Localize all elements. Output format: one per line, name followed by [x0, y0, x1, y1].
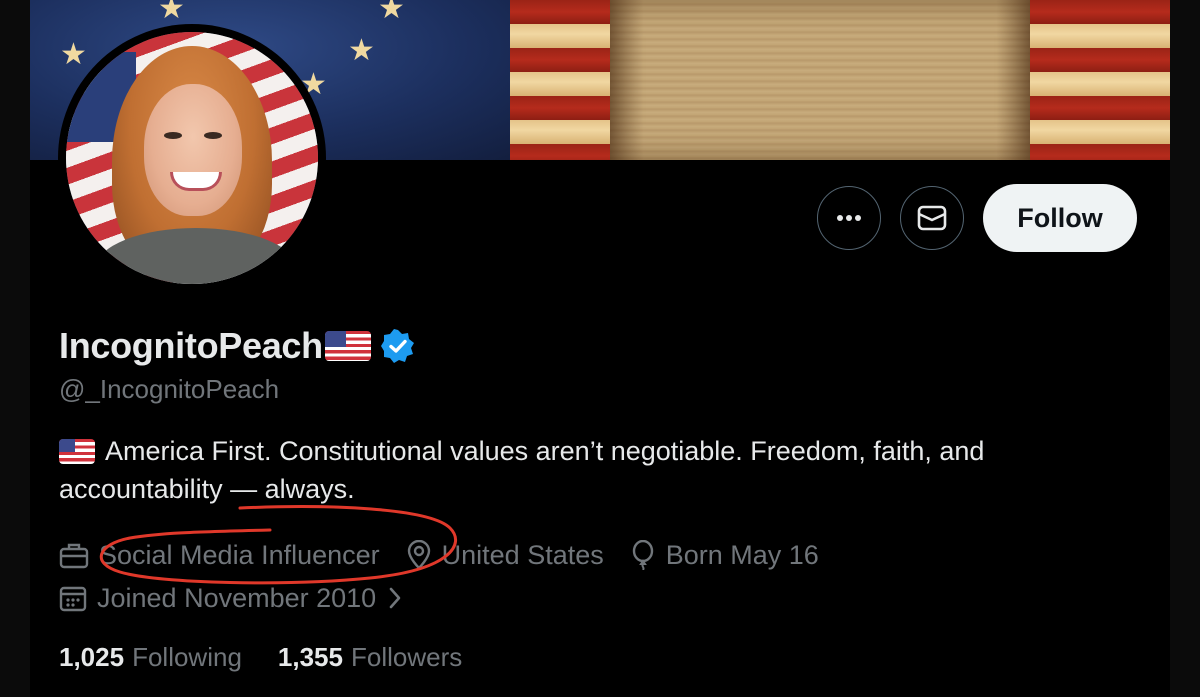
profession-text: Social Media Influencer	[99, 539, 380, 570]
followers-link[interactable]: 1,355 Followers	[278, 642, 462, 673]
location-pin-icon	[407, 540, 430, 570]
bio-text-line-1: America First. Constitutional values are…	[105, 436, 985, 466]
more-options-button[interactable]	[817, 186, 881, 250]
envelope-icon	[917, 205, 947, 231]
profile-avatar[interactable]	[58, 24, 326, 292]
location-text: United States	[441, 539, 604, 570]
frame-edge-left	[0, 0, 30, 697]
display-name: IncognitoPeach	[59, 325, 323, 366]
calendar-icon	[59, 586, 87, 612]
followers-count: 1,355	[277, 642, 343, 672]
follow-button[interactable]: Follow	[983, 184, 1137, 252]
following-label: Following	[132, 642, 242, 672]
following-count: 1,025	[59, 642, 125, 672]
display-name-row: IncognitoPeach	[59, 324, 415, 368]
chevron-right-icon	[389, 587, 401, 609]
avatar-photo	[66, 32, 318, 284]
ellipsis-icon	[837, 215, 861, 221]
briefcase-icon	[59, 543, 89, 569]
profile-bio: America First. Constitutional values are…	[59, 432, 1119, 508]
user-handle: @_IncognitoPeach	[59, 374, 280, 404]
profile-page: ★ ★ ★ ★ ★	[30, 0, 1170, 697]
joined-text: Joined November 2010	[97, 582, 377, 613]
birthday-item: Born May 16	[630, 540, 819, 571]
verified-badge-icon[interactable]	[380, 329, 415, 363]
follow-stats: 1,025 Following 1,355 Followers	[59, 642, 498, 673]
birthday-text: Born May 16	[665, 539, 819, 570]
profession-item: Social Media Influencer	[59, 540, 380, 571]
profile-meta-row: Social Media Influencer United States Bo…	[59, 536, 845, 574]
us-flag-emoji	[59, 438, 95, 464]
bio-text-line-2: accountability — always.	[59, 474, 355, 504]
location-item: United States	[406, 540, 604, 571]
joined-row[interactable]: Joined November 2010	[59, 579, 402, 617]
message-button[interactable]	[900, 186, 964, 250]
following-link[interactable]: 1,025 Following	[59, 642, 242, 673]
us-flag-emoji	[324, 331, 371, 361]
frame-edge-right	[1170, 0, 1200, 697]
balloon-icon	[632, 540, 653, 570]
followers-label: Followers	[350, 642, 463, 672]
